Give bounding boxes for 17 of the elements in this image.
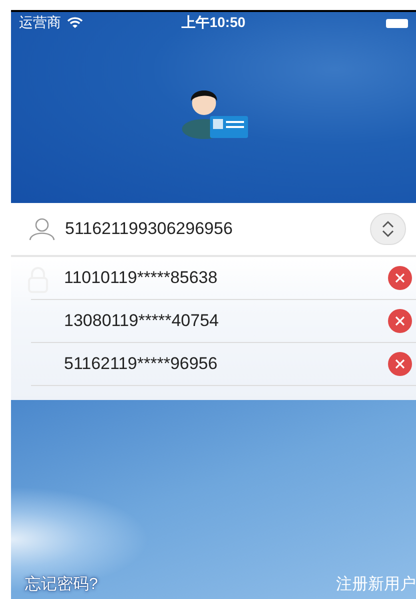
username-field[interactable]: 511621199306296956 [65, 219, 360, 239]
carrier-name: 运营商 [19, 14, 61, 32]
user-icon [29, 217, 55, 241]
status-time: 上午10:50 [182, 14, 246, 32]
dropdown-toggle[interactable] [370, 213, 406, 245]
battery-icon [386, 18, 408, 28]
close-icon [395, 316, 405, 326]
delete-button[interactable] [388, 352, 412, 376]
delete-button[interactable] [388, 266, 412, 290]
account-option[interactable]: 13080119*****40754 [64, 311, 388, 331]
chevron-up-down-icon [381, 220, 395, 238]
close-icon [395, 273, 405, 283]
wifi-icon [67, 17, 83, 29]
delete-button[interactable] [388, 309, 412, 333]
account-option[interactable]: 11010119*****85638 [64, 268, 388, 288]
close-icon [395, 359, 405, 369]
account-option[interactable]: 51162119*****96956 [64, 354, 388, 374]
